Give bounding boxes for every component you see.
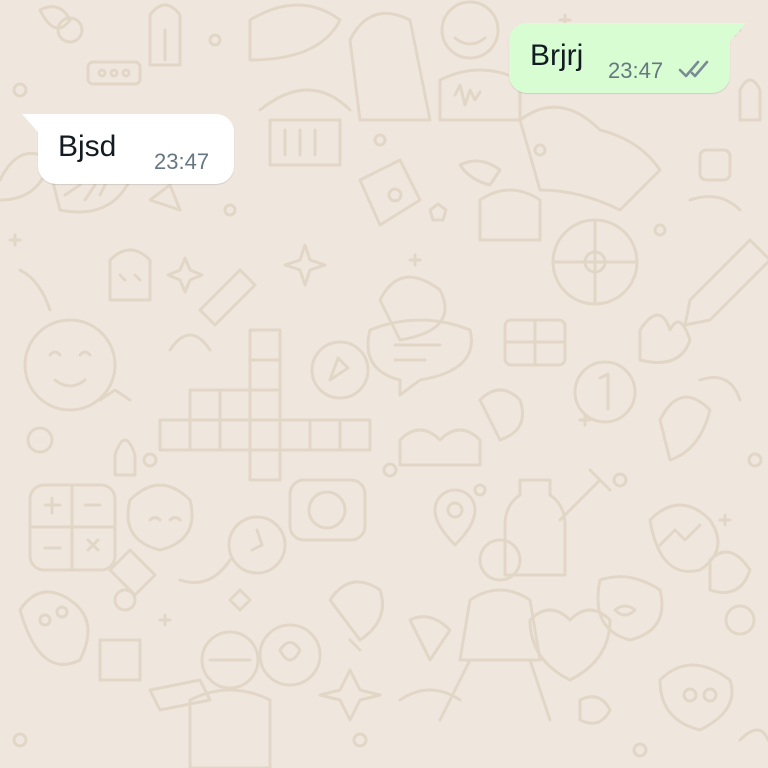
message-text: Bjsd: [58, 130, 117, 163]
message-bubble-incoming[interactable]: Bjsd 23:47: [22, 114, 234, 184]
chat-messages-area: Brjrj 23:47 Bjsd 23:47: [0, 0, 768, 768]
message-timestamp: 23:47: [608, 58, 664, 83]
double-check-icon: [678, 60, 709, 78]
message-timestamp: 23:47: [154, 149, 210, 174]
message-text: Brjrj: [530, 39, 584, 72]
message-bubble-outgoing[interactable]: Brjrj 23:47: [509, 23, 746, 93]
